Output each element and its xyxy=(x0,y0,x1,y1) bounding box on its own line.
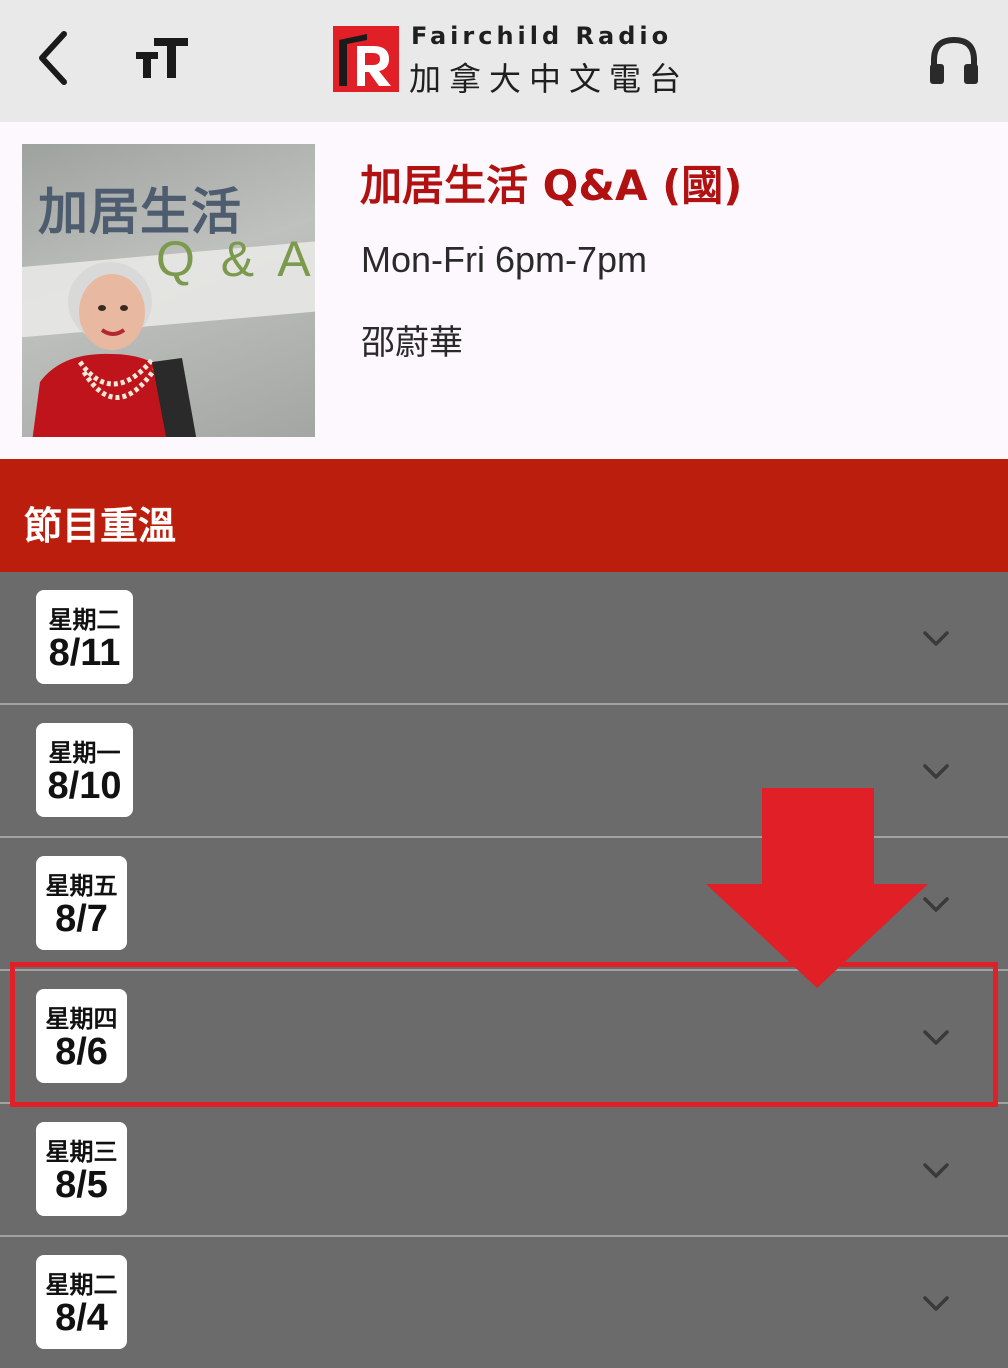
chevron-down-icon[interactable] xyxy=(920,1287,952,1319)
chevron-down-icon[interactable] xyxy=(920,1021,952,1053)
episode-weekday: 星期四 xyxy=(45,1005,118,1033)
episode-row[interactable]: 星期一 8/10 xyxy=(0,705,1008,838)
section-header: 節目重溫 xyxy=(0,459,1008,572)
episode-weekday: 星期一 xyxy=(48,739,121,767)
listen-live-button[interactable] xyxy=(924,30,984,90)
program-cover-image: 加居生活 Q & A xyxy=(22,144,315,437)
episode-weekday: 星期五 xyxy=(45,872,118,900)
date-badge: 星期三 8/5 xyxy=(36,1122,127,1216)
episode-weekday: 星期三 xyxy=(45,1138,118,1166)
logo-name-en: Fairchild Radio xyxy=(411,22,673,50)
fairchild-radio-logo: Fairchild Radio 加拿大中文電台 xyxy=(333,20,693,100)
episode-date: 8/7 xyxy=(55,898,108,940)
episode-row[interactable]: 星期三 8/5 xyxy=(0,1104,1008,1237)
episode-row[interactable]: 星期二 8/4 xyxy=(0,1237,1008,1368)
episode-date: 8/11 xyxy=(48,632,121,674)
episode-date: 8/5 xyxy=(55,1164,108,1206)
episode-row-highlighted[interactable]: 星期四 8/6 xyxy=(0,971,1008,1104)
episode-row[interactable]: 星期五 8/7 xyxy=(0,838,1008,971)
chevron-down-icon[interactable] xyxy=(920,888,952,920)
back-button[interactable] xyxy=(30,26,80,90)
program-title: 加居生活 Q&A (國) xyxy=(360,161,743,210)
program-host: 邵蔚華 xyxy=(361,323,463,363)
fairchild-logo-mark-icon xyxy=(333,26,399,92)
date-badge: 星期二 8/4 xyxy=(36,1255,127,1349)
episode-weekday: 星期二 xyxy=(48,606,121,634)
episode-date: 8/6 xyxy=(55,1031,108,1073)
program-schedule: Mon-Fri 6pm-7pm xyxy=(361,239,648,280)
date-badge: 星期二 8/11 xyxy=(36,590,133,684)
episode-row[interactable]: 星期二 8/11 xyxy=(0,572,1008,705)
top-app-bar: Fairchild Radio 加拿大中文電台 xyxy=(0,0,1008,122)
host-portrait xyxy=(32,262,197,437)
chevron-down-icon[interactable] xyxy=(920,622,952,654)
program-info: 加居生活 Q & A 加居生活 Q&A (國) Mon-Fri 6pm-7pm … xyxy=(0,122,1008,459)
chevron-left-icon xyxy=(39,31,67,85)
section-title: 節目重溫 xyxy=(24,504,177,548)
episode-date: 8/10 xyxy=(47,765,122,807)
episode-weekday: 星期二 xyxy=(45,1271,118,1299)
episode-date: 8/4 xyxy=(55,1297,108,1339)
date-badge: 星期一 8/10 xyxy=(36,723,133,817)
date-badge: 星期五 8/7 xyxy=(36,856,127,950)
text-size-button[interactable] xyxy=(130,30,196,86)
text-size-icon xyxy=(136,38,188,78)
date-badge: 星期四 8/6 xyxy=(36,989,127,1083)
chevron-down-icon[interactable] xyxy=(920,755,952,787)
headphones-icon xyxy=(930,36,978,84)
chevron-down-icon[interactable] xyxy=(920,1154,952,1186)
logo-name-zh: 加拿大中文電台 xyxy=(409,60,690,98)
